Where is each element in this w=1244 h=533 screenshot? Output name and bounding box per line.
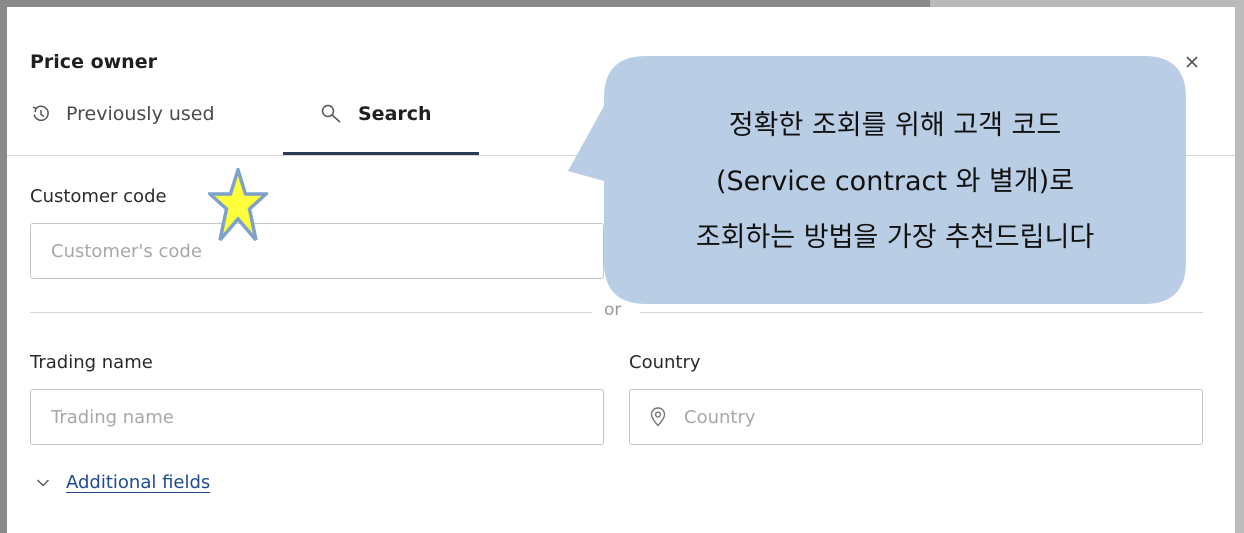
country-field: [629, 389, 1203, 445]
price-owner-panel: Price owner Previously used Search Custo…: [0, 0, 1244, 533]
callout-line-2: (Service contract 와 별개)로: [715, 166, 1075, 197]
window-right-border: [1235, 0, 1244, 533]
trading-name-input[interactable]: [30, 389, 604, 445]
customer-code-input[interactable]: [30, 223, 604, 279]
annotation-callout: 정확한 조회를 위해 고객 코드 (Service contract 와 별개)…: [568, 56, 1190, 308]
location-pin-icon: [649, 407, 667, 427]
tab-label: Previously used: [66, 103, 215, 125]
callout-line-1: 정확한 조회를 위해 고객 코드: [728, 110, 1062, 141]
customer-code-label: Customer code: [30, 186, 167, 207]
panel-title: Price owner: [30, 51, 157, 73]
trading-name-label: Trading name: [30, 352, 153, 373]
tab-previously-used[interactable]: Previously used: [30, 100, 215, 128]
chevron-down-icon: [36, 478, 50, 488]
country-label: Country: [629, 352, 701, 373]
or-divider-right: [640, 312, 1203, 313]
window-top-border-right: [930, 0, 1244, 7]
window-left-border: [0, 0, 7, 533]
additional-fields-toggle[interactable]: Additional fields: [36, 472, 210, 493]
search-icon: [320, 103, 344, 125]
tab-search[interactable]: Search: [320, 100, 432, 128]
country-input[interactable]: [629, 389, 1203, 445]
additional-fields-link[interactable]: Additional fields: [66, 472, 210, 493]
tab-label: Search: [358, 103, 432, 125]
callout-line-3: 조회하는 방법을 가장 추천드립니다: [695, 222, 1095, 253]
or-divider-left: [30, 312, 592, 313]
history-icon: [30, 103, 52, 125]
star-marker-icon: [205, 164, 271, 242]
callout-text: 정확한 조회를 위해 고객 코드 (Service contract 와 별개)…: [604, 98, 1186, 266]
